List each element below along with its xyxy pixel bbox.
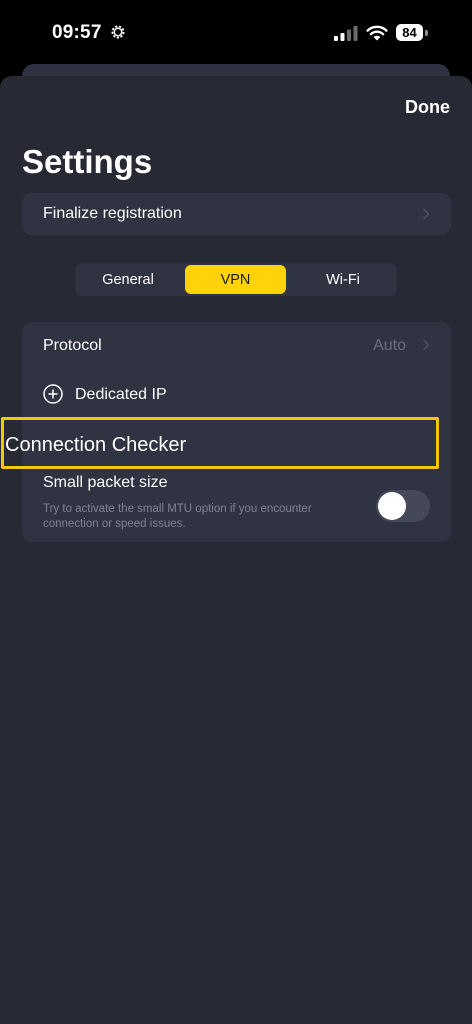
small-packet-size-toggle[interactable] <box>376 490 430 522</box>
page-title: Settings <box>22 143 153 180</box>
small-packet-size-label: Small packet size <box>43 474 168 491</box>
finalize-registration-label: Finalize registration <box>43 205 182 222</box>
small-packet-size-description: Try to activate the small MTU option if … <box>43 503 312 530</box>
cellular-signal-icon <box>334 26 358 41</box>
gear-icon <box>111 25 125 39</box>
toggle-knob <box>378 492 406 520</box>
finalize-registration-row[interactable]: Finalize registration <box>22 193 451 235</box>
done-button[interactable]: Done <box>405 97 450 118</box>
settings-tabs: General VPN Wi-Fi <box>75 263 397 296</box>
status-bar: 09:57 84 <box>0 0 472 70</box>
chevron-right-icon <box>422 208 430 220</box>
protocol-row[interactable]: Protocol Auto <box>22 322 451 370</box>
connection-checker-row[interactable]: Connection Checker <box>5 434 186 457</box>
dedicated-ip-label: Dedicated IP <box>75 386 167 403</box>
plus-circle-icon <box>43 384 63 404</box>
tab-vpn[interactable]: VPN <box>185 265 286 294</box>
status-time: 09:57 <box>52 22 102 43</box>
battery-indicator: 84 <box>396 24 423 41</box>
chevron-right-icon <box>422 339 430 351</box>
protocol-value: Auto <box>373 337 406 354</box>
dedicated-ip-row[interactable]: Dedicated IP <box>22 372 451 418</box>
tab-general[interactable]: General <box>78 265 178 294</box>
protocol-label: Protocol <box>43 337 102 354</box>
battery-nub <box>425 30 428 36</box>
tab-wifi[interactable]: Wi-Fi <box>293 265 393 294</box>
wifi-icon <box>366 25 388 41</box>
